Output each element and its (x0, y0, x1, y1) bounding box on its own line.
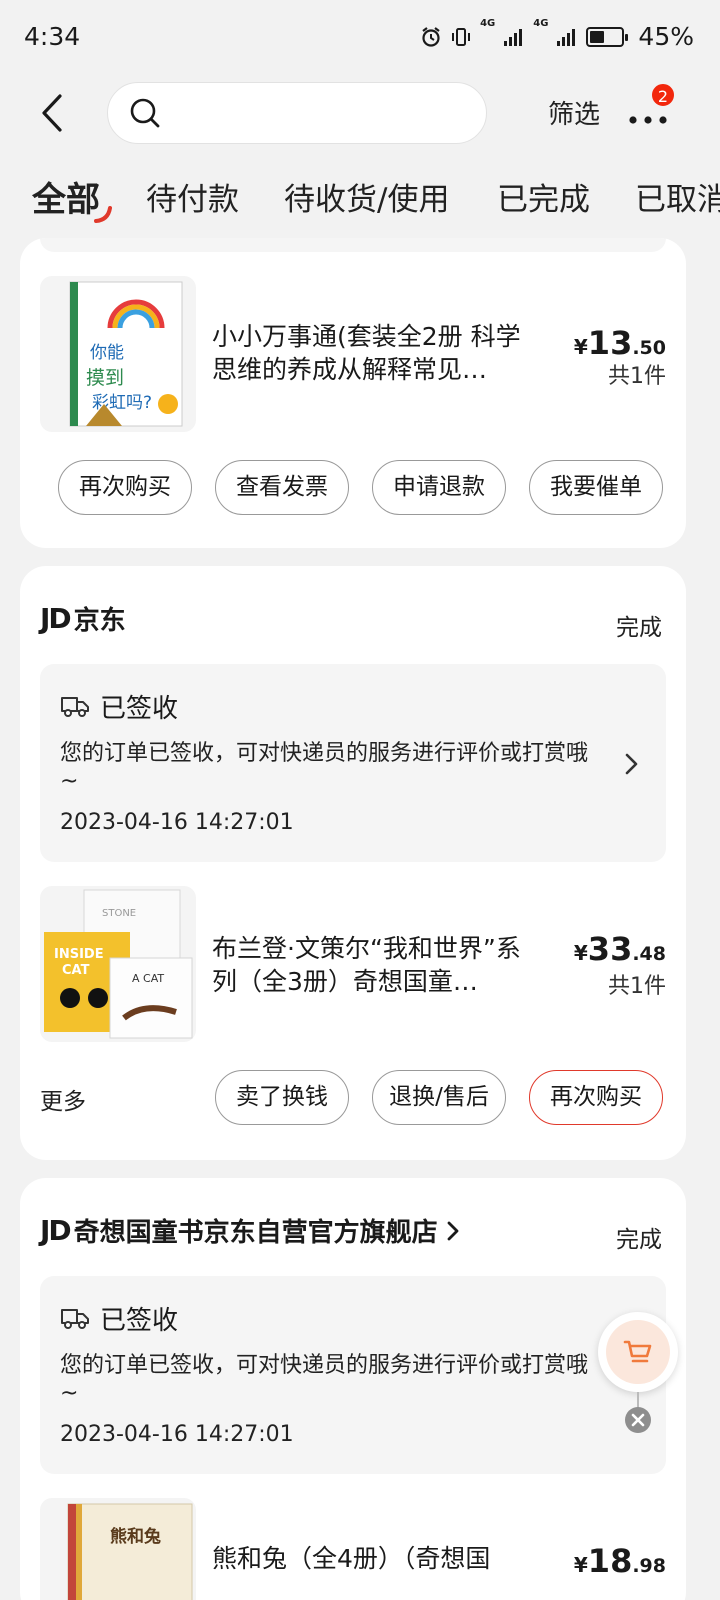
sell-for-cash-button[interactable]: 卖了换钱 (215, 1070, 349, 1125)
product-image[interactable]: 你能 摸到 彩虹吗? (40, 276, 196, 432)
product-title[interactable]: 熊和兔（全4册）（奇想国 (212, 1542, 542, 1575)
buy-again-button[interactable]: 再次购买 (529, 1070, 663, 1125)
request-refund-button[interactable]: 申请退款 (372, 460, 506, 515)
shopping-cart-icon (623, 1340, 652, 1363)
product-price: ¥33.48 (574, 930, 666, 968)
price-decimal: .50 (632, 337, 666, 359)
price-integer: 33 (587, 930, 633, 968)
urge-order-button[interactable]: 我要催单 (529, 460, 663, 515)
book-set-icon: STONE INSIDE CAT A CAT (44, 889, 193, 1039)
shop-name-text: 京东 (73, 606, 126, 636)
order-status: 完成 (616, 615, 662, 641)
network-label-1: 4G (480, 18, 496, 29)
shop-name[interactable]: JD 奇想国童书京东自营官方旗舰店 (40, 1212, 460, 1249)
back-arrow-icon[interactable] (36, 92, 70, 134)
tab-pending-payment[interactable]: 待付款 (146, 174, 239, 219)
product-quantity: 共1件 (608, 364, 666, 389)
price-decimal: .98 (632, 1555, 666, 1577)
book-cover-icon: 你能 摸到 彩虹吗? (69, 281, 183, 427)
buy-again-button[interactable]: 再次购买 (58, 460, 192, 515)
product-image[interactable]: 熊和兔 (40, 1498, 196, 1600)
signal-icon-2 (557, 28, 576, 46)
network-label-2: 4G (533, 18, 549, 29)
search-icon (130, 98, 160, 128)
product-title[interactable]: 小小万事通(套装全2册 科学思维的养成从解释常见… (212, 320, 542, 386)
price-integer: 18 (587, 1542, 633, 1580)
price-decimal: .48 (632, 943, 666, 965)
floating-cart-button[interactable] (598, 1312, 678, 1392)
price-currency: ¥ (573, 335, 588, 359)
tab-completed[interactable]: 已完成 (497, 174, 590, 219)
shop-name-text: 奇想国童书京东自营官方旗舰店 (73, 1218, 438, 1248)
product-price: ¥18.98 (574, 1542, 666, 1580)
status-time: 4:34 (24, 22, 81, 51)
shop-name[interactable]: JD 京东 (40, 600, 126, 637)
jd-logo: JD (40, 602, 72, 635)
delivery-time: 2023-04-16 14:27:01 (60, 1422, 294, 1447)
tab-all[interactable]: 全部 (32, 172, 100, 221)
tab-cancelled[interactable]: 已取消 (635, 174, 720, 219)
product-image[interactable]: STONE INSIDE CAT A CAT (40, 886, 196, 1042)
svg-text:STONE: STONE (102, 908, 136, 919)
status-bar: 4:34 4G 4G 45% (0, 0, 720, 78)
alarm-icon (422, 26, 440, 47)
battery-fill (590, 30, 605, 43)
notification-badge: 2 (650, 82, 676, 108)
truck-icon (61, 1309, 89, 1329)
view-invoice-button[interactable]: 查看发票 (215, 460, 349, 515)
battery-icon (586, 26, 629, 47)
tab-active-indicator (94, 206, 112, 223)
floating-cart-connector (637, 1392, 639, 1408)
chevron-right-icon (625, 753, 638, 775)
delivery-status-title: 已签收 (100, 694, 179, 724)
chevron-right-icon (447, 1221, 459, 1240)
filter-button[interactable]: 筛选 (548, 94, 600, 131)
svg-text:A CAT: A CAT (132, 972, 164, 985)
jd-logo: JD (40, 1214, 72, 1247)
delivery-panel-edge (40, 238, 666, 252)
product-title[interactable]: 布兰登·文策尔“我和世界”系列（全3册）奇想国童… (212, 932, 542, 998)
order-card: JD 奇想国童书京东自营官方旗舰店 完成 已签收 您的订单已签收，可对快递员的服… (20, 1178, 686, 1600)
product-price: ¥13.50 (574, 324, 666, 362)
delivery-time: 2023-04-16 14:27:01 (60, 810, 294, 835)
truck-icon (61, 697, 89, 717)
svg-text:你能: 你能 (90, 343, 124, 363)
price-currency: ¥ (573, 941, 588, 965)
cart-button-inner (606, 1320, 670, 1384)
svg-text:摸到: 摸到 (86, 367, 124, 389)
vibrate-icon (452, 27, 471, 46)
svg-text:熊和兔: 熊和兔 (110, 1526, 161, 1547)
more-actions-link[interactable]: 更多 (40, 1082, 86, 1116)
top-bar: 筛选 2 (0, 78, 720, 148)
delivery-panel[interactable]: 已签收 您的订单已签收，可对快递员的服务进行评价或打赏哦~ 2023-04-16… (40, 1276, 666, 1474)
battery-percent: 45% (638, 22, 694, 51)
delivery-status-title: 已签收 (100, 1306, 179, 1336)
order-status: 完成 (616, 1227, 662, 1253)
search-bar[interactable] (107, 82, 487, 144)
status-icons: 4G 4G 45% (420, 18, 694, 51)
delivery-description: 您的订单已签收，可对快递员的服务进行评价或打赏哦~ (60, 741, 589, 794)
close-icon[interactable] (625, 1407, 651, 1433)
price-integer: 13 (587, 324, 633, 362)
product-quantity: 共1件 (608, 974, 666, 999)
price-currency: ¥ (573, 1553, 588, 1577)
order-tabs: 全部 待付款 待收货/使用 已完成 已取消 (0, 160, 720, 238)
tab-pending-receipt[interactable]: 待收货/使用 (284, 174, 449, 219)
svg-text:CAT: CAT (62, 963, 90, 978)
order-card: JD 京东 完成 已签收 您的订单已签收，可对快递员的服务进行评价或打赏哦~ 2… (20, 566, 686, 1160)
return-service-button[interactable]: 退换/售后 (372, 1070, 506, 1125)
svg-text:INSIDE: INSIDE (54, 947, 104, 962)
delivery-description: 您的订单已签收，可对快递员的服务进行评价或打赏哦~ (60, 1353, 589, 1406)
order-card: 你能 摸到 彩虹吗? 小小万事通(套装全2册 科学思维的养成从解释常见… ¥13… (20, 238, 686, 548)
book-set-icon: 熊和兔 (67, 1503, 193, 1600)
signal-icon (504, 28, 523, 46)
delivery-panel[interactable]: 已签收 您的订单已签收，可对快递员的服务进行评价或打赏哦~ 2023-04-16… (40, 664, 666, 862)
